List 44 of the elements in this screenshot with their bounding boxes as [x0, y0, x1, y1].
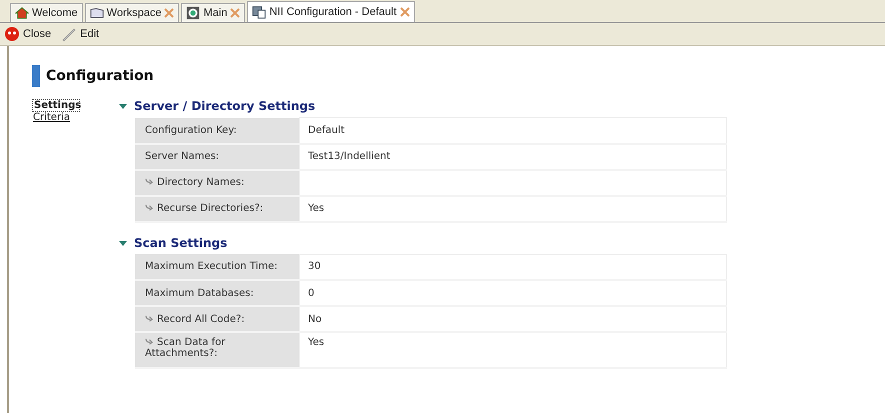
- arrow-icon: [145, 204, 154, 211]
- sidebar-link[interactable]: Settings: [32, 99, 80, 112]
- tab-label: Workspace: [106, 7, 162, 19]
- field-label: Configuration Key:: [135, 118, 300, 144]
- close-icon: [4, 26, 20, 42]
- page-title: Configuration: [46, 68, 154, 84]
- section-title: Scan Settings: [134, 236, 228, 250]
- arrow-icon: [145, 178, 154, 185]
- field-value: 0: [308, 288, 314, 298]
- caret-icon[interactable]: [118, 101, 128, 111]
- tab-label: Main: [203, 7, 228, 19]
- close-icon[interactable]: [400, 7, 410, 17]
- window-icon: [252, 5, 266, 19]
- field-label: Scan Data for Attachments?:: [135, 332, 300, 368]
- field-value: 30: [308, 261, 321, 272]
- field-label: Recurse Directories?:: [135, 196, 300, 222]
- field-value: Yes: [308, 337, 324, 348]
- title-accent: [32, 65, 40, 87]
- tab[interactable]: Welcome: [10, 3, 83, 22]
- tab-label: Welcome: [32, 7, 78, 19]
- section-title: Server / Directory Settings: [134, 99, 316, 113]
- house-icon: [15, 6, 29, 20]
- field-label: Record All Code?:: [135, 306, 300, 332]
- close-icon[interactable]: [230, 8, 240, 18]
- tab[interactable]: Workspace: [84, 3, 180, 22]
- close-button[interactable]: Close: [2, 26, 54, 42]
- field-label: Directory Names:: [135, 170, 300, 196]
- field-value: No: [308, 314, 322, 324]
- field-label: Maximum Execution Time:: [135, 254, 300, 280]
- field-value: Test13/Indellient: [308, 151, 390, 162]
- tab[interactable]: Main: [181, 3, 246, 22]
- close-icon[interactable]: [164, 8, 174, 18]
- arrow-icon: [145, 338, 154, 345]
- tab-label: NII Configuration - Default: [269, 6, 396, 18]
- field-value: Default: [308, 124, 345, 136]
- field-label: Maximum Databases:: [135, 280, 300, 306]
- pencil-icon: [61, 26, 78, 42]
- tab[interactable]: NII Configuration - Default: [247, 1, 414, 22]
- sidebar-link[interactable]: Criteria: [32, 112, 71, 123]
- edit-button[interactable]: Edit: [59, 26, 102, 42]
- folder-icon: [90, 6, 104, 20]
- field-label: Server Names:: [135, 144, 300, 170]
- field-value: Yes: [308, 203, 324, 214]
- arrow-icon: [145, 314, 154, 322]
